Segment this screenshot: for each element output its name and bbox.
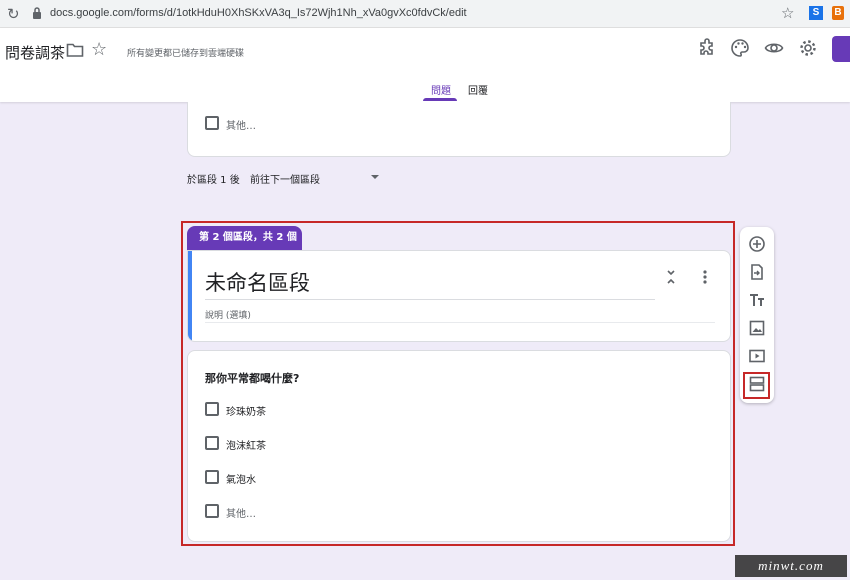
- addon-icon[interactable]: [697, 38, 717, 58]
- add-video-icon[interactable]: [748, 347, 766, 365]
- bookmark-star-icon[interactable]: ☆: [781, 4, 794, 22]
- watermark: minwt.com: [735, 555, 847, 577]
- forms-header: 問卷調茶 ☆ 所有變更都已儲存到雲端硬碟 問題 回覆: [0, 28, 850, 102]
- description-underline: [205, 322, 715, 323]
- preview-eye-icon[interactable]: [764, 38, 784, 58]
- option-checkbox[interactable]: [205, 436, 219, 450]
- url-text[interactable]: docs.google.com/forms/d/1otkHduH0XhSKxVA…: [50, 7, 467, 19]
- settings-gear-icon[interactable]: [798, 38, 818, 58]
- active-tab-indicator: [423, 98, 457, 101]
- section-description[interactable]: 說明 (選填): [205, 308, 251, 321]
- lock-icon: [33, 7, 41, 19]
- form-title[interactable]: 問卷調茶: [5, 42, 65, 63]
- browser-address-bar: ↻ docs.google.com/forms/d/1otkHduH0XhSKx…: [0, 0, 850, 28]
- palette-icon[interactable]: [730, 38, 750, 58]
- goto-section-select[interactable]: 前往下一個區段: [250, 171, 320, 186]
- option-label: 泡沫紅茶: [226, 441, 266, 452]
- option-checkbox[interactable]: [205, 470, 219, 484]
- reload-icon[interactable]: ↻: [7, 5, 20, 23]
- focus-accent-bar: [188, 251, 192, 341]
- add-question-icon[interactable]: [748, 235, 766, 253]
- option-label: 珍珠奶茶: [226, 407, 266, 418]
- option-checkbox[interactable]: [205, 402, 219, 416]
- other-checkbox[interactable]: [205, 116, 219, 130]
- collapse-icon[interactable]: [664, 269, 678, 285]
- after-section-label: 於區段 1 後: [187, 175, 240, 186]
- import-questions-icon[interactable]: [748, 263, 766, 281]
- add-section-highlight: [743, 372, 770, 399]
- question-title[interactable]: 那你平常都喝什麼?: [205, 370, 299, 386]
- add-image-icon[interactable]: [748, 319, 766, 337]
- section-title[interactable]: 未命名區段: [205, 267, 310, 297]
- tab-responses[interactable]: 回覆: [468, 82, 488, 97]
- tab-questions[interactable]: 問題: [431, 82, 451, 97]
- section1-question-card: 其他…: [187, 102, 731, 157]
- folder-icon[interactable]: [66, 42, 84, 58]
- other-option-label: 其他…: [226, 121, 256, 132]
- other-option-label: 其他…: [226, 509, 256, 520]
- star-icon[interactable]: ☆: [91, 39, 107, 60]
- other-checkbox[interactable]: [205, 504, 219, 518]
- question-card: 那你平常都喝什麼? 珍珠奶茶 泡沫紅茶 氣泡水 其他…: [187, 350, 731, 542]
- section2-header-card: 未命名區段 說明 (選填): [187, 250, 731, 342]
- more-vert-icon[interactable]: [698, 269, 712, 285]
- save-status: 所有變更都已儲存到雲端硬碟: [127, 49, 245, 59]
- add-title-icon[interactable]: [748, 291, 766, 309]
- extension-b-icon[interactable]: B: [832, 6, 844, 20]
- section-badge: 第 2 個區段，共 2 個: [187, 226, 302, 250]
- option-label: 氣泡水: [226, 475, 256, 486]
- dropdown-caret-icon[interactable]: [371, 175, 379, 179]
- send-button[interactable]: [832, 36, 850, 62]
- title-underline: [205, 299, 655, 300]
- extension-s-icon[interactable]: S: [809, 6, 823, 20]
